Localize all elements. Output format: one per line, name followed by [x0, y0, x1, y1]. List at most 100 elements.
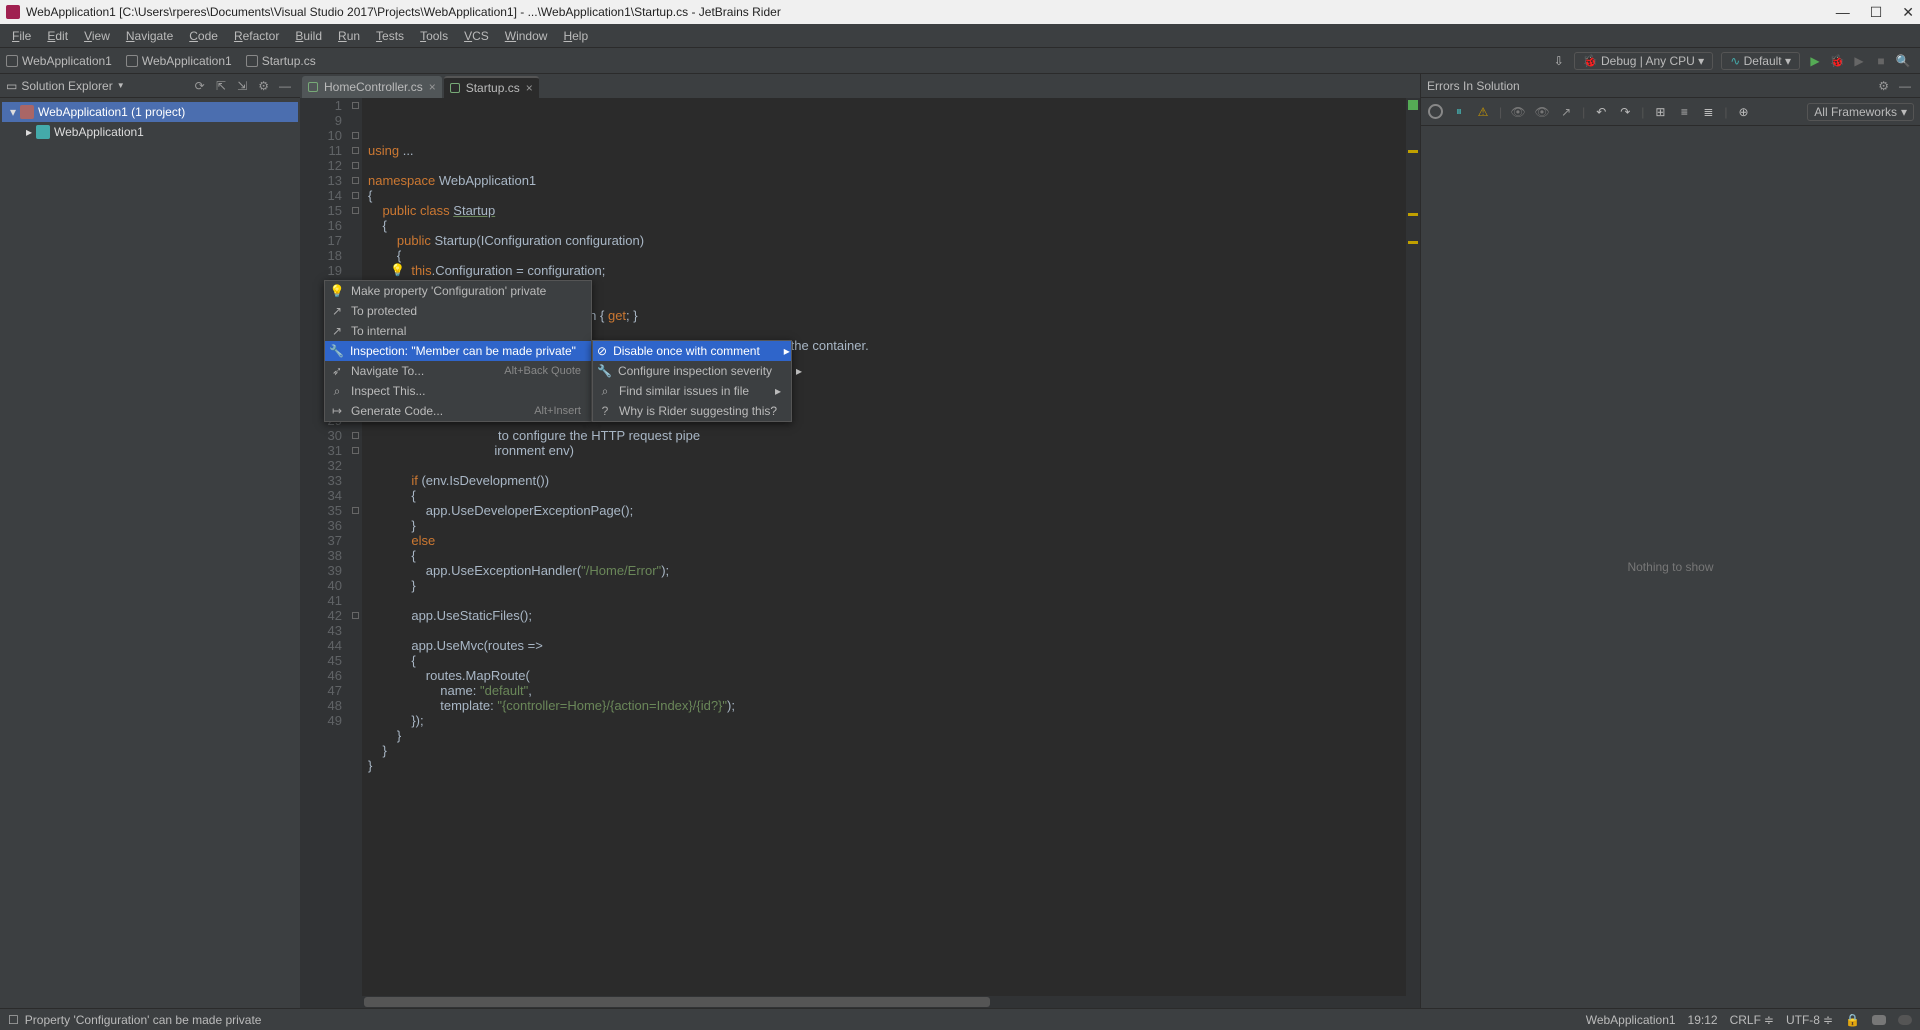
status-encoding[interactable]: UTF-8≑: [1786, 1013, 1833, 1027]
minimize-button[interactable]: —: [1836, 4, 1850, 21]
status-cursor-pos[interactable]: 19:12: [1688, 1013, 1718, 1027]
lightbulb-icon[interactable]: 💡: [390, 263, 405, 278]
code-area[interactable]: 💡 using ...namespace WebApplication1{ pu…: [362, 98, 1406, 1008]
eye-icon[interactable]: 👁: [1510, 104, 1526, 120]
menu-vcs[interactable]: VCS: [456, 27, 497, 45]
collapse-icon-2[interactable]: ≣: [1700, 104, 1716, 120]
context-submenu[interactable]: ⊘Disable once with comment▸🔧Configure in…: [592, 340, 792, 422]
menu-bar: FileEditViewNavigateCodeRefactorBuildRun…: [0, 24, 1920, 48]
close-button[interactable]: ✕: [1902, 4, 1914, 21]
lock-icon[interactable]: 🔒: [1845, 1013, 1860, 1027]
csharp-file-icon: [308, 82, 318, 92]
collapse-icon[interactable]: ⇱: [212, 79, 230, 93]
expand-icon[interactable]: ⇲: [233, 79, 251, 93]
solution-explorer-title[interactable]: Solution Explorer: [21, 79, 112, 93]
status-eol[interactable]: CRLF≑: [1730, 1013, 1774, 1027]
errors-list: Nothing to show: [1421, 126, 1920, 1008]
window-title: WebApplication1 [C:\Users\rperes\Documen…: [26, 5, 781, 19]
debug-button[interactable]: 🐞: [1826, 50, 1848, 72]
maximize-button[interactable]: ☐: [1870, 4, 1883, 21]
ctx-to-internal[interactable]: ↗To internal: [325, 321, 591, 341]
warning-icon[interactable]: ⚠: [1475, 104, 1491, 120]
expand-icon-2[interactable]: ≡: [1676, 104, 1692, 120]
settings-icon[interactable]: ⚙: [255, 79, 273, 93]
ctx-why-is-rider-suggesting-this-[interactable]: ?Why is Rider suggesting this?: [593, 401, 791, 421]
solution-tree: ▾WebApplication1 (1 project) ▸WebApplica…: [0, 98, 300, 146]
inspect-badge[interactable]: [1872, 1015, 1886, 1025]
group-icon[interactable]: ⊞: [1652, 104, 1668, 120]
analysis-toggle-icon[interactable]: [1427, 104, 1443, 120]
title-bar: WebApplication1 [C:\Users\rperes\Documen…: [0, 0, 1920, 24]
search-button[interactable]: 🔍: [1892, 50, 1914, 72]
menu-navigate[interactable]: Navigate: [118, 27, 181, 45]
close-tab-icon[interactable]: ×: [429, 80, 436, 94]
close-tab-icon[interactable]: ×: [526, 81, 533, 95]
solution-explorer-header: ▭Solution Explorer ▼ ⟳ ⇱ ⇲ ⚙ —: [0, 74, 300, 98]
navigation-bar: WebApplication1 WebApplication1 Startup.…: [0, 48, 1920, 74]
menu-edit[interactable]: Edit: [39, 27, 76, 45]
ctx-inspect-this-[interactable]: ⌕Inspect This...: [325, 381, 591, 401]
next-error-icon[interactable]: ↷: [1617, 104, 1633, 120]
tree-solution-node[interactable]: ▾WebApplication1 (1 project): [2, 102, 298, 122]
gear-icon[interactable]: ⚙: [1875, 79, 1893, 93]
ctx-find-similar-issues-in-file[interactable]: ⌕Find similar issues in file▸: [593, 381, 791, 401]
status-message: Property 'Configuration' can be made pri…: [25, 1013, 262, 1027]
menu-help[interactable]: Help: [555, 27, 596, 45]
attach-button[interactable]: ▶: [1848, 50, 1870, 72]
breadcrumb-project[interactable]: WebApplication1: [126, 54, 232, 68]
editor-tabs: HomeController.cs×Startup.cs×: [300, 74, 1420, 98]
hide-errors-icon[interactable]: —: [1896, 79, 1914, 93]
code-editor[interactable]: 1910111213141516171819202122232425262728…: [300, 98, 1420, 1008]
context-menu[interactable]: 💡Make property 'Configuration' private↗T…: [324, 280, 592, 422]
target-icon[interactable]: ⊕: [1736, 104, 1752, 120]
run-button[interactable]: ▶: [1804, 50, 1826, 72]
fold-gutter: [350, 98, 362, 1008]
status-project[interactable]: WebApplication1: [1586, 1013, 1676, 1027]
tree-project-node[interactable]: ▸WebApplication1: [2, 122, 298, 142]
menu-window[interactable]: Window: [497, 27, 556, 45]
ctx-disable-once-with-comment[interactable]: ⊘Disable once with comment▸: [593, 341, 791, 361]
run-target-dropdown[interactable]: ∿ Default ▾: [1721, 52, 1800, 70]
hide-icon[interactable]: —: [276, 79, 294, 93]
menu-view[interactable]: View: [76, 27, 118, 45]
prev-error-icon[interactable]: ↶: [1593, 104, 1609, 120]
progress-indicator[interactable]: [1898, 1015, 1912, 1025]
menu-run[interactable]: Run: [330, 27, 368, 45]
menu-build[interactable]: Build: [287, 27, 330, 45]
errors-panel: Errors In Solution ⚙ — ⏸ ⚠ | 👁 👁 ↗ | ↶ ↷…: [1420, 74, 1920, 1008]
pause-icon[interactable]: ⏸: [1451, 104, 1467, 120]
ctx-configure-inspection-severity[interactable]: 🔧Configure inspection severity▸: [593, 361, 791, 381]
ctx-generate-code-[interactable]: ↦Generate Code...Alt+Insert: [325, 401, 591, 421]
breadcrumb-file[interactable]: Startup.cs: [246, 54, 316, 68]
stop-button[interactable]: ■: [1870, 50, 1892, 72]
error-stripe[interactable]: [1406, 98, 1420, 1008]
errors-panel-header: Errors In Solution ⚙ —: [1421, 74, 1920, 98]
tab-homecontroller-cs[interactable]: HomeController.cs×: [302, 76, 442, 98]
errors-panel-title: Errors In Solution: [1427, 79, 1875, 93]
sync-icon[interactable]: ⟳: [191, 79, 209, 93]
ctx-make-property-configuration-pr[interactable]: 💡Make property 'Configuration' private: [325, 281, 591, 301]
ctx-inspection-member-can-be-made-[interactable]: 🔧Inspection: "Member can be made private…: [325, 341, 591, 361]
build-config-dropdown[interactable]: 🐞 Debug | Any CPU ▾: [1574, 52, 1713, 70]
eye-off-icon[interactable]: 👁: [1534, 104, 1550, 120]
app-icon: [6, 5, 20, 19]
status-bar: ☐ Property 'Configuration' can be made p…: [0, 1008, 1920, 1030]
menu-tools[interactable]: Tools: [412, 27, 456, 45]
framework-filter-dropdown[interactable]: All Frameworks ▾: [1807, 103, 1914, 121]
menu-tests[interactable]: Tests: [368, 27, 412, 45]
csharp-file-icon: [450, 83, 460, 93]
menu-code[interactable]: Code: [181, 27, 226, 45]
folder-icon: ▭: [6, 79, 17, 93]
errors-empty-label: Nothing to show: [1627, 560, 1713, 574]
build-icon[interactable]: ⇩: [1548, 50, 1570, 72]
tab-startup-cs[interactable]: Startup.cs×: [444, 76, 539, 98]
autoscroll-icon[interactable]: ↗: [1558, 104, 1574, 120]
breadcrumb-solution[interactable]: WebApplication1: [6, 54, 112, 68]
ctx-navigate-to-[interactable]: ➶Navigate To...Alt+Back Quote: [325, 361, 591, 381]
menu-refactor[interactable]: Refactor: [226, 27, 287, 45]
editor-panel: HomeController.cs×Startup.cs× 1910111213…: [300, 74, 1420, 1008]
ctx-to-protected[interactable]: ↗To protected: [325, 301, 591, 321]
errors-filter-bar: ⏸ ⚠ | 👁 👁 ↗ | ↶ ↷ | ⊞ ≡ ≣ | ⊕ All Framew…: [1421, 98, 1920, 126]
menu-file[interactable]: File: [4, 27, 39, 45]
horizontal-scrollbar[interactable]: [362, 996, 1406, 1008]
